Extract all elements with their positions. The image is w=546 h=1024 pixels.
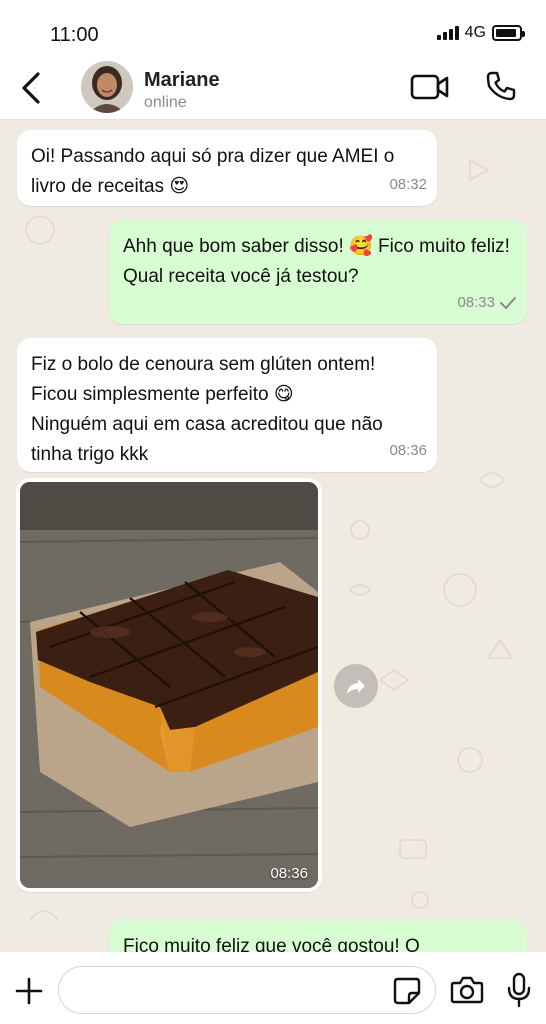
sticker-button[interactable]	[392, 976, 422, 1006]
message-text: Oi! Passando aqui só pra dizer que AMEI …	[31, 146, 395, 197]
chevron-left-icon	[22, 72, 40, 104]
forward-arrow-icon	[347, 679, 365, 694]
message-text-line: Ficou simplesmente perfeito 😋	[31, 384, 294, 405]
microphone-button[interactable]	[506, 972, 532, 1008]
signal-icon	[436, 26, 459, 40]
microphone-icon	[507, 972, 531, 1008]
back-button[interactable]	[18, 70, 46, 106]
camera-icon	[450, 976, 484, 1004]
network-type: 4G	[464, 24, 486, 41]
message-text: Ahh que bom saber disso! 🥰 Fico muito fe…	[123, 236, 510, 287]
attach-button[interactable]	[14, 976, 44, 1006]
chat-area[interactable]: Oi! Passando aqui só pra dizer que AMEI …	[0, 120, 546, 952]
forward-button[interactable]	[334, 664, 378, 708]
camera-button[interactable]	[450, 974, 484, 1006]
message-bubble-outgoing[interactable]: Ahh que bom saber disso! 🥰 Fico muito fe…	[109, 220, 527, 324]
video-camera-icon	[410, 74, 449, 100]
status-indicators: 4G	[436, 24, 525, 42]
message-input[interactable]	[58, 966, 436, 1014]
contact-name[interactable]: Mariane	[144, 69, 220, 92]
battery-icon	[492, 25, 525, 41]
avatar[interactable]	[81, 61, 133, 113]
message-text: Fico muito feliz que você gostou! O	[123, 936, 420, 952]
image-message[interactable]: 08:36	[16, 478, 322, 892]
message-text-line: Ninguém aqui em casa acreditou que não t…	[31, 414, 383, 465]
message-time: 08:32	[389, 176, 427, 193]
video-call-button[interactable]	[410, 72, 450, 102]
voice-call-button[interactable]	[485, 70, 517, 102]
message-time: 08:33	[457, 288, 517, 318]
input-bar	[0, 952, 546, 1024]
contact-status: online	[144, 94, 187, 111]
message-bubble-incoming[interactable]: Oi! Passando aqui só pra dizer que AMEI …	[17, 130, 437, 206]
image-time: 08:36	[270, 865, 308, 882]
cake-photo[interactable]: 08:36	[20, 482, 318, 888]
message-time: 08:36	[389, 442, 427, 459]
status-bar: 11:00 4G	[0, 0, 546, 56]
sticker-icon	[393, 977, 421, 1005]
status-time: 11:00	[50, 24, 99, 46]
message-bubble-outgoing[interactable]: Fico muito feliz que você gostou! O	[109, 920, 527, 952]
message-bubble-incoming[interactable]: Fiz o bolo de cenoura sem glúten ontem! …	[17, 338, 437, 472]
phone-icon	[486, 71, 516, 101]
message-text-line: Fiz o bolo de cenoura sem glúten ontem!	[31, 354, 376, 375]
plus-icon	[15, 977, 43, 1005]
check-icon	[500, 297, 516, 309]
chat-header: Mariane online	[0, 56, 546, 120]
